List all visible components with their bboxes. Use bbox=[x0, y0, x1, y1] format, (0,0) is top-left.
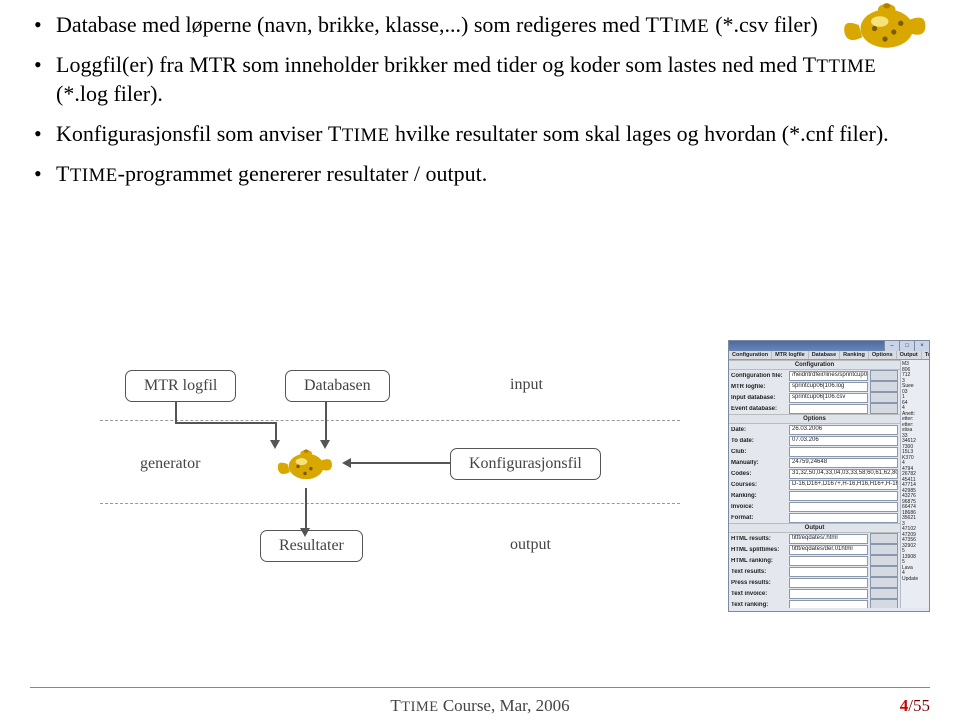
bullet-text: (*.csv filer) bbox=[715, 12, 818, 37]
bullet-item: Konfigurasjonsfil som anviser TTIME hvil… bbox=[30, 119, 930, 149]
field-mtr-logfile[interactable]: sprintcup06[106.log bbox=[789, 382, 868, 392]
browse-button[interactable] bbox=[870, 588, 898, 599]
label-html-results: HTML results: bbox=[731, 536, 789, 542]
ttime-app-window: – □ × Configuration MTR logfile Database… bbox=[728, 340, 930, 612]
label-html-split: HTML splittimes: bbox=[731, 547, 789, 553]
browse-button[interactable] bbox=[870, 566, 898, 577]
app-left-panel: Configuration Configuration file:/heidnt… bbox=[729, 360, 900, 608]
field-text-results[interactable] bbox=[789, 567, 868, 577]
field-courses[interactable]: D-16,D16+,D167+,H-16,H16,H16+,H-16,H167+ bbox=[789, 480, 898, 490]
box-konfigurasjonsfil: Konfigurasjonsfil bbox=[450, 448, 601, 480]
label-generator: generator bbox=[140, 455, 200, 473]
field-event-db[interactable] bbox=[789, 404, 868, 414]
app-tabs: Configuration MTR logfile Database Ranki… bbox=[729, 351, 929, 360]
label-text-results: Text results: bbox=[731, 569, 789, 575]
window-min-button[interactable]: – bbox=[884, 341, 899, 351]
browse-button[interactable] bbox=[870, 392, 898, 403]
label-press-results: Press results: bbox=[731, 580, 789, 586]
footer-divider bbox=[30, 687, 930, 688]
bullet-item: Database med løperne (navn, brikke, klas… bbox=[30, 10, 930, 40]
label-event-db: Event database: bbox=[731, 406, 789, 412]
browse-button[interactable] bbox=[870, 577, 898, 588]
flow-diagram: MTR logfil Databasen input generator Kon… bbox=[30, 290, 930, 630]
field-config-file[interactable]: /heidntrdfeir/lines/sprintcup061333.cn bbox=[789, 371, 868, 381]
tab-mtr-logfile[interactable]: MTR logfile bbox=[772, 351, 809, 359]
section-configuration: Configuration bbox=[729, 360, 900, 370]
bullet-item: Loggfil(er) fra MTR som inneholder brikk… bbox=[30, 50, 930, 109]
box-resultater: Resultater bbox=[260, 530, 363, 562]
slide-bullets: Database med løperne (navn, brikke, klas… bbox=[30, 10, 930, 188]
field-input-db[interactable]: sprintcup06[106.csv bbox=[789, 393, 868, 403]
field-codes[interactable]: 31,32,50,04,33,04,03,33,58;60,61,62,80,3… bbox=[789, 469, 898, 479]
label-output: output bbox=[510, 536, 551, 554]
ttime-mark: TTIME bbox=[56, 161, 118, 186]
section-output: Output bbox=[729, 523, 900, 533]
bullet-text: Database med løperne (navn, brikke, klas… bbox=[56, 12, 646, 37]
label-courses: Courses: bbox=[731, 482, 789, 488]
footer-page-number: 4/55 bbox=[900, 696, 930, 716]
field-text-invoice[interactable] bbox=[789, 589, 868, 599]
tab-database[interactable]: Database bbox=[809, 351, 840, 359]
label-to-date: To date: bbox=[731, 438, 789, 444]
browse-button[interactable] bbox=[870, 599, 898, 608]
field-club[interactable] bbox=[789, 447, 898, 457]
ttime-mark: TTIME bbox=[328, 121, 390, 146]
label-text-invoice: Text invoice: bbox=[731, 591, 789, 597]
side-list-item: Update bbox=[902, 577, 928, 583]
field-html-split[interactable]: tittt/eqdates/der.01html bbox=[789, 545, 868, 555]
window-max-button[interactable]: □ bbox=[899, 341, 914, 351]
ttime-mark: TTTIMETIME bbox=[646, 12, 716, 37]
label-codes: Codes: bbox=[731, 471, 789, 477]
box-mtr-logfil: MTR logfil bbox=[125, 370, 236, 402]
tab-options[interactable]: Options bbox=[869, 351, 897, 359]
label-club: Club: bbox=[731, 449, 789, 455]
label-config-file: Configuration file: bbox=[731, 373, 789, 379]
footer-course-text: TTIME TTIME Course, Mar, 2006 Course, Ma… bbox=[0, 696, 960, 716]
tab-configuration[interactable]: Configuration bbox=[729, 351, 772, 359]
bullet-text: Konfigurasjonsfil som anviser bbox=[56, 121, 328, 146]
field-ranking[interactable] bbox=[789, 491, 898, 501]
field-press-results[interactable] bbox=[789, 578, 868, 588]
field-invoice[interactable] bbox=[789, 502, 898, 512]
tab-ranking[interactable]: Ranking bbox=[840, 351, 869, 359]
field-html-results[interactable]: tittt/eqdates/.html bbox=[789, 534, 868, 544]
app-side-list: M38067123Suee031644Anett:etter:etter:sti… bbox=[900, 360, 929, 608]
field-text-ranking[interactable] bbox=[789, 600, 868, 609]
section-options: Options bbox=[729, 414, 900, 424]
bullet-text: -programmet genererer resultater / outpu… bbox=[118, 161, 488, 186]
tab-output[interactable]: Output bbox=[897, 351, 922, 359]
browse-button[interactable] bbox=[870, 370, 898, 381]
browse-button[interactable] bbox=[870, 533, 898, 544]
label-manually: Manually: bbox=[731, 460, 789, 466]
label-html-ranking: HTML ranking: bbox=[731, 558, 789, 564]
field-manually[interactable]: 24759,24648 bbox=[789, 458, 898, 468]
field-html-ranking[interactable] bbox=[789, 556, 868, 566]
label-format: Format: bbox=[731, 515, 789, 521]
field-to-date[interactable]: 07.03.206 bbox=[789, 436, 898, 446]
bullet-text: (*.log filer). bbox=[56, 81, 163, 106]
window-close-button[interactable]: × bbox=[914, 341, 929, 351]
label-text-ranking: Text ranking: bbox=[731, 602, 789, 608]
label-date: Date: bbox=[731, 427, 789, 433]
field-format[interactable] bbox=[789, 513, 898, 523]
tab-tools[interactable]: Tools bbox=[922, 351, 930, 359]
field-date[interactable]: 26.03.2006 bbox=[789, 425, 898, 435]
label-invoice: Invoice: bbox=[731, 504, 789, 510]
window-titlebar: – □ × bbox=[729, 341, 929, 351]
browse-button[interactable] bbox=[870, 544, 898, 555]
teapot-logo-icon bbox=[830, 0, 940, 60]
browse-button[interactable] bbox=[870, 555, 898, 566]
bullet-text: hvilke resultater som skal lages og hvor… bbox=[395, 121, 889, 146]
bullet-item: TTIME-programmet genererer resultater / … bbox=[30, 159, 930, 189]
label-input: input bbox=[510, 376, 543, 394]
bullet-text: Loggfil(er) fra MTR som inneholder brikk… bbox=[56, 52, 803, 77]
label-ranking: Ranking: bbox=[731, 493, 789, 499]
box-databasen: Databasen bbox=[285, 370, 390, 402]
browse-button[interactable] bbox=[870, 381, 898, 392]
label-mtr-logfile: MTR logfile: bbox=[731, 384, 789, 390]
browse-button[interactable] bbox=[870, 403, 898, 414]
label-input-db: Input database: bbox=[731, 395, 789, 401]
